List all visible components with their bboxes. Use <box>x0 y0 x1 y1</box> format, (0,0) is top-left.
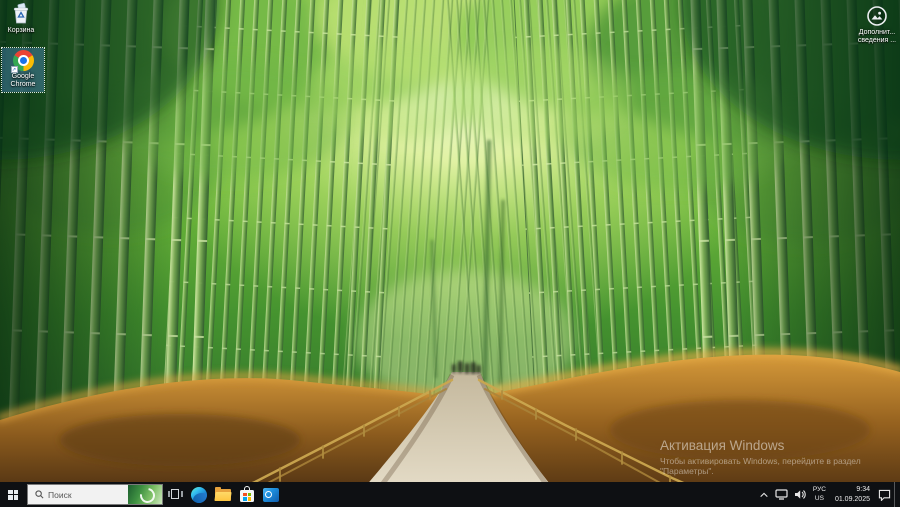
start-button[interactable] <box>0 482 26 507</box>
desktop: Корзина ↗ Google Chrome Дополнит... свед… <box>0 0 900 507</box>
taskbar-app-edge[interactable] <box>187 482 211 507</box>
system-tray: РУС US 9:34 01.09.2025 <box>756 482 900 507</box>
recycle-bin-icon <box>10 3 32 25</box>
desktop-icon-label: Google Chrome <box>3 73 43 90</box>
tray-date: 01.09.2025 <box>835 495 870 504</box>
action-center-button[interactable] <box>875 482 894 507</box>
search-input[interactable] <box>48 490 106 500</box>
action-center-icon <box>878 489 891 501</box>
taskbar-app-outlook[interactable] <box>259 482 283 507</box>
language-indicator[interactable]: РУС US <box>809 486 830 502</box>
taskbar-app-microsoft-store[interactable] <box>235 482 259 507</box>
search-highlight-image[interactable] <box>128 485 162 504</box>
activation-watermark-title: Активация Windows <box>660 438 900 453</box>
tray-volume-button[interactable] <box>791 482 809 507</box>
desktop-icon-label: Корзина <box>8 27 35 35</box>
desktop-icon-recycle-bin[interactable]: Корзина <box>1 1 41 37</box>
tray-network-button[interactable] <box>772 482 791 507</box>
taskbar-app-file-explorer[interactable] <box>211 482 235 507</box>
network-ethernet-icon <box>775 489 788 500</box>
file-explorer-icon <box>215 489 231 501</box>
microsoft-store-icon <box>240 490 254 502</box>
shortcut-arrow-icon: ↗ <box>11 66 18 73</box>
windows-logo-icon <box>8 490 18 500</box>
desktop-icon-label: Дополнит... сведения ... <box>858 29 896 46</box>
activation-watermark-subtitle: Чтобы активировать Windows, перейдите в … <box>660 456 900 476</box>
taskbar-search-box[interactable] <box>27 484 163 505</box>
task-view-icon <box>168 489 183 500</box>
search-icon <box>35 490 44 499</box>
activation-watermark: Активация Windows Чтобы активировать Win… <box>660 438 900 476</box>
desktop-icon-additional-info[interactable]: Дополнит... сведения ... <box>856 3 898 48</box>
edge-icon <box>191 487 207 503</box>
show-desktop-button[interactable] <box>894 482 900 507</box>
desktop-icon-google-chrome[interactable]: ↗ Google Chrome <box>2 48 44 92</box>
volume-icon <box>794 489 806 500</box>
wallpaper-bamboo-forest <box>0 0 900 507</box>
taskbar: РУС US 9:34 01.09.2025 <box>0 482 900 507</box>
task-view-button[interactable] <box>163 482 187 507</box>
chevron-up-icon <box>759 491 769 499</box>
photo-circle-icon <box>866 5 888 27</box>
tray-hidden-icons-button[interactable] <box>756 482 772 507</box>
outlook-icon <box>263 488 279 502</box>
tray-time: 9:34 <box>835 485 870 494</box>
tray-clock[interactable]: 9:34 01.09.2025 <box>830 485 875 503</box>
